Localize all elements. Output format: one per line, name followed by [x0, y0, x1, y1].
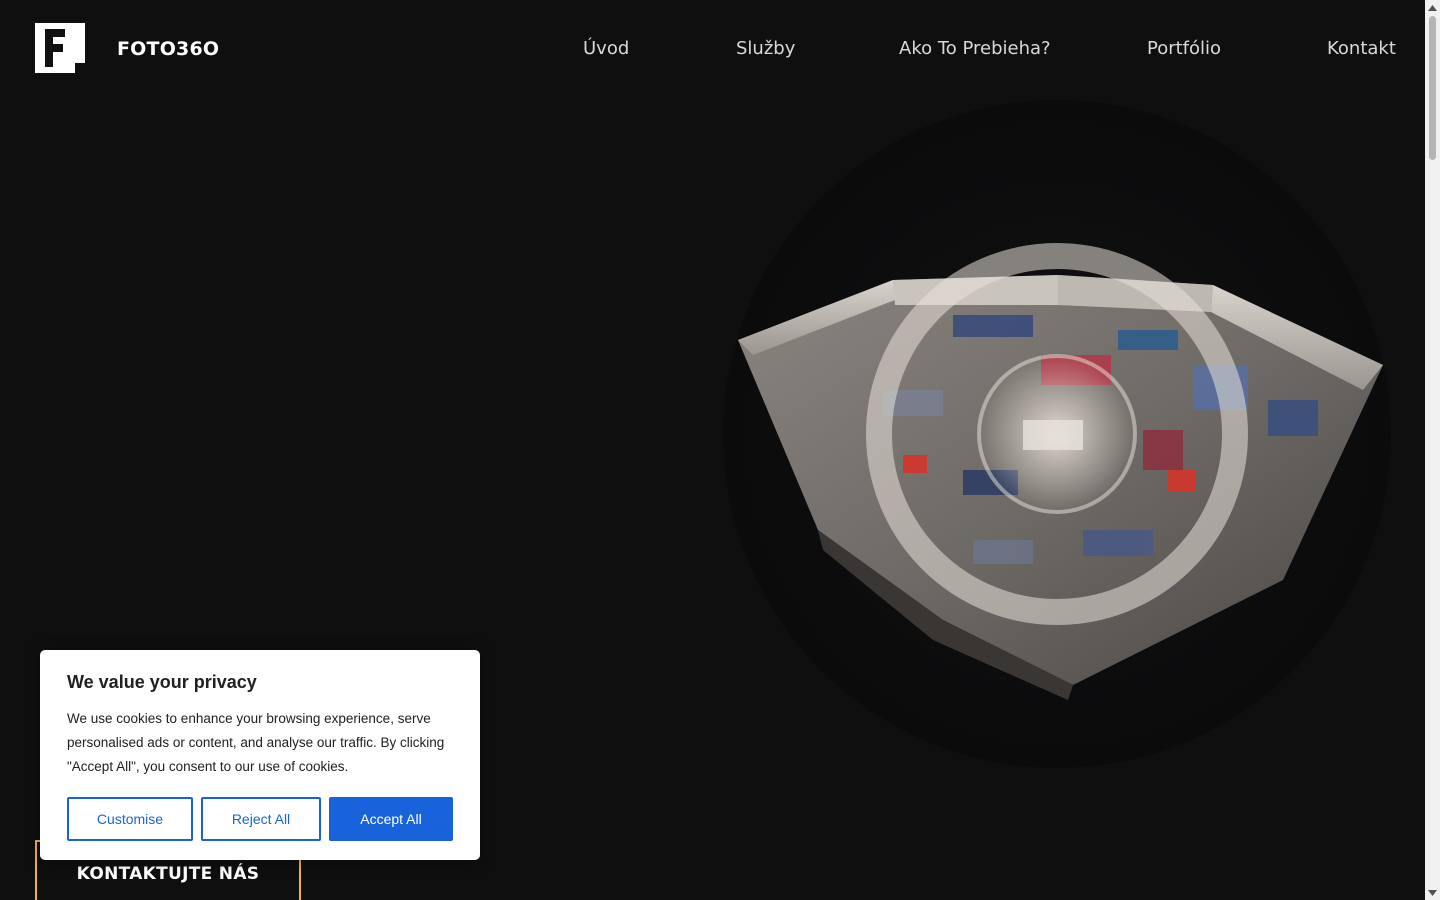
reject-all-button[interactable]: Reject All [201, 797, 321, 841]
contact-us-label: KONTAKTUJTE NÁS [76, 864, 260, 884]
logo-text[interactable]: FOTO36O [117, 38, 219, 60]
dollhouse-model-image [738, 243, 1383, 700]
cookie-actions: Customise Reject All Accept All [67, 797, 453, 841]
main-nav: Úvod Služby Ako To Prebieha? Portfólio K… [560, 38, 1396, 66]
logo-icon[interactable] [35, 23, 85, 73]
nav-link-portfolio[interactable]: Portfólio [1147, 38, 1221, 59]
accept-all-button[interactable]: Accept All [329, 797, 453, 841]
scroll-down-icon[interactable] [1425, 885, 1440, 900]
customise-button[interactable]: Customise [67, 797, 193, 841]
nav-link-uvod[interactable]: Úvod [583, 38, 629, 59]
vertical-scrollbar[interactable] [1425, 0, 1440, 900]
cookie-description: We use cookies to enhance your browsing … [67, 711, 445, 774]
cookie-title: We value your privacy [67, 672, 257, 692]
scrollbar-thumb[interactable] [1429, 16, 1436, 160]
nav-link-ako-to-prebieha[interactable]: Ako To Prebieha? [899, 38, 1051, 59]
scroll-up-icon[interactable] [1425, 0, 1440, 15]
nav-link-kontakt[interactable]: Kontakt [1327, 38, 1396, 59]
page: FOTO36O Úvod Služby Ako To Prebieha? Por… [0, 0, 1440, 900]
cookie-consent-banner: We value your privacy We use cookies to … [40, 650, 480, 860]
nav-link-sluzby[interactable]: Služby [736, 38, 795, 59]
hero-circle [723, 100, 1391, 768]
